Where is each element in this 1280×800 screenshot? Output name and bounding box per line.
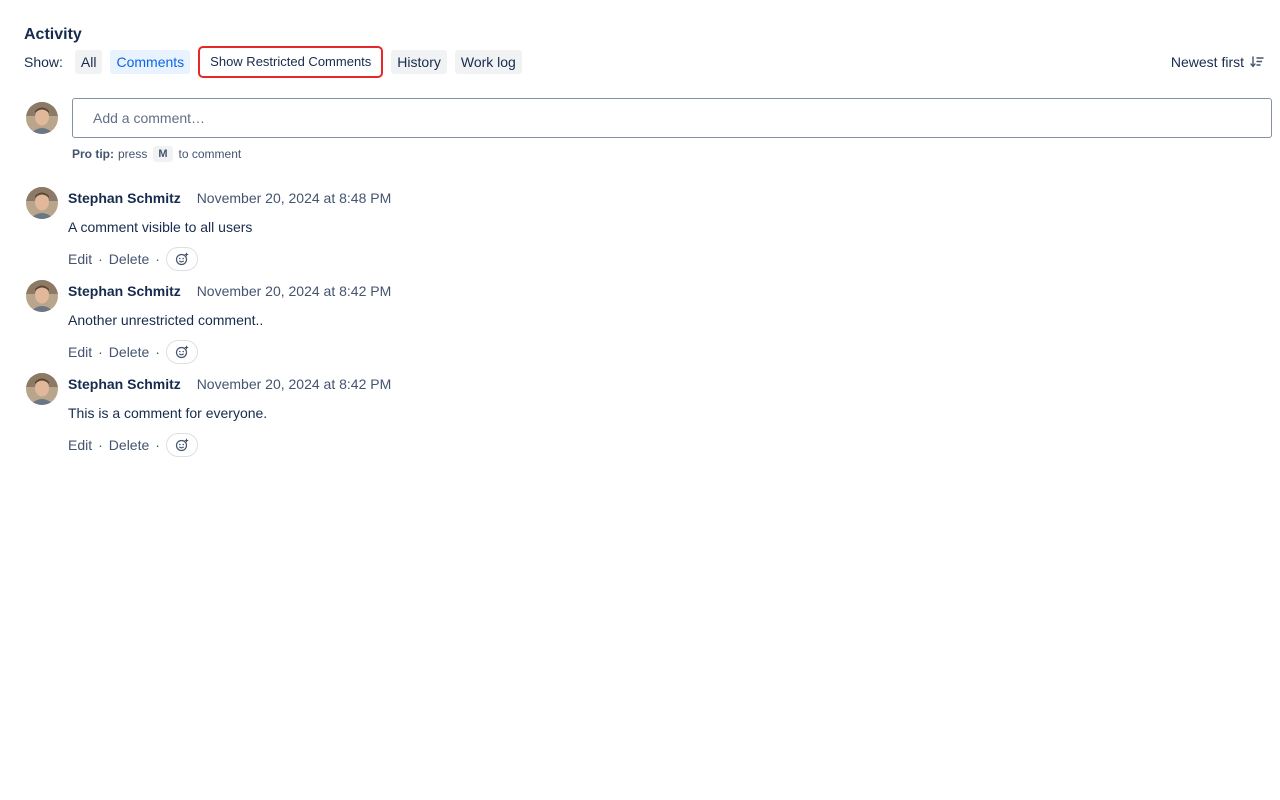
activity-heading: Activity <box>24 26 82 43</box>
edit-comment-button[interactable]: Edit <box>68 344 92 360</box>
comment-body: A comment visible to all users <box>68 219 253 235</box>
edit-comment-button[interactable]: Edit <box>68 251 92 267</box>
author-avatar <box>26 280 58 312</box>
comment-actions: Edit · Delete · <box>68 433 198 457</box>
filter-history-button[interactable]: History <box>391 50 447 74</box>
filter-row: Show: All Comments Show Restricted Comme… <box>24 46 530 78</box>
sort-descending-icon <box>1250 56 1264 68</box>
add-reaction-icon <box>175 345 189 359</box>
comment-header: Stephan Schmitz November 20, 2024 at 8:4… <box>68 190 391 206</box>
pro-tip: Pro tip: press M to comment <box>72 146 241 162</box>
separator: · <box>98 251 103 267</box>
delete-comment-button[interactable]: Delete <box>109 437 149 453</box>
comment-author[interactable]: Stephan Schmitz <box>68 190 181 206</box>
avatar-image <box>26 373 58 405</box>
separator: · <box>98 437 103 453</box>
author-avatar <box>26 373 58 405</box>
comment-timestamp[interactable]: November 20, 2024 at 8:42 PM <box>197 376 392 392</box>
comment-author[interactable]: Stephan Schmitz <box>68 376 181 392</box>
add-reaction-icon <box>175 438 189 452</box>
separator: · <box>155 344 160 360</box>
pro-tip-label: Pro tip: <box>72 147 114 161</box>
comment-actions: Edit · Delete · <box>68 247 198 271</box>
shortcut-key: M <box>153 146 173 162</box>
add-comment-input[interactable] <box>72 98 1272 138</box>
comment-actions: Edit · Delete · <box>68 340 198 364</box>
comment-body: This is a comment for everyone. <box>68 405 268 421</box>
delete-comment-button[interactable]: Delete <box>109 344 149 360</box>
pro-tip-suffix: to comment <box>178 147 242 161</box>
add-reaction-button[interactable] <box>165 247 198 271</box>
add-reaction-button[interactable] <box>165 340 198 364</box>
filter-work-log-button[interactable]: Work log <box>454 50 522 74</box>
avatar-image <box>26 102 58 134</box>
sort-order-button[interactable]: Newest first <box>1171 50 1264 74</box>
delete-comment-button[interactable]: Delete <box>109 251 149 267</box>
activity-panel: Activity Show: All Comments Show Restric… <box>0 0 1280 800</box>
comment-header: Stephan Schmitz November 20, 2024 at 8:4… <box>68 376 391 392</box>
avatar-image <box>26 187 58 219</box>
filter-comments-button[interactable]: Comments <box>110 50 191 74</box>
separator: · <box>155 437 160 453</box>
sort-order-label: Newest first <box>1170 54 1244 70</box>
avatar-image <box>26 280 58 312</box>
show-label: Show: <box>24 54 63 70</box>
filter-all-button[interactable]: All <box>74 50 103 74</box>
add-reaction-icon <box>175 252 189 266</box>
comment-body: Another unrestricted comment.. <box>68 312 264 328</box>
edit-comment-button[interactable]: Edit <box>68 437 92 453</box>
pro-tip-press: press <box>118 147 148 161</box>
comment-timestamp[interactable]: November 20, 2024 at 8:48 PM <box>197 190 392 206</box>
add-reaction-button[interactable] <box>165 433 198 457</box>
separator: · <box>155 251 160 267</box>
show-restricted-comments-button[interactable]: Show Restricted Comments <box>198 46 384 78</box>
comment-timestamp[interactable]: November 20, 2024 at 8:42 PM <box>197 283 392 299</box>
current-user-avatar <box>26 102 58 134</box>
comment-author[interactable]: Stephan Schmitz <box>68 283 181 299</box>
separator: · <box>98 344 103 360</box>
comment-header: Stephan Schmitz November 20, 2024 at 8:4… <box>68 283 391 299</box>
author-avatar <box>26 187 58 219</box>
